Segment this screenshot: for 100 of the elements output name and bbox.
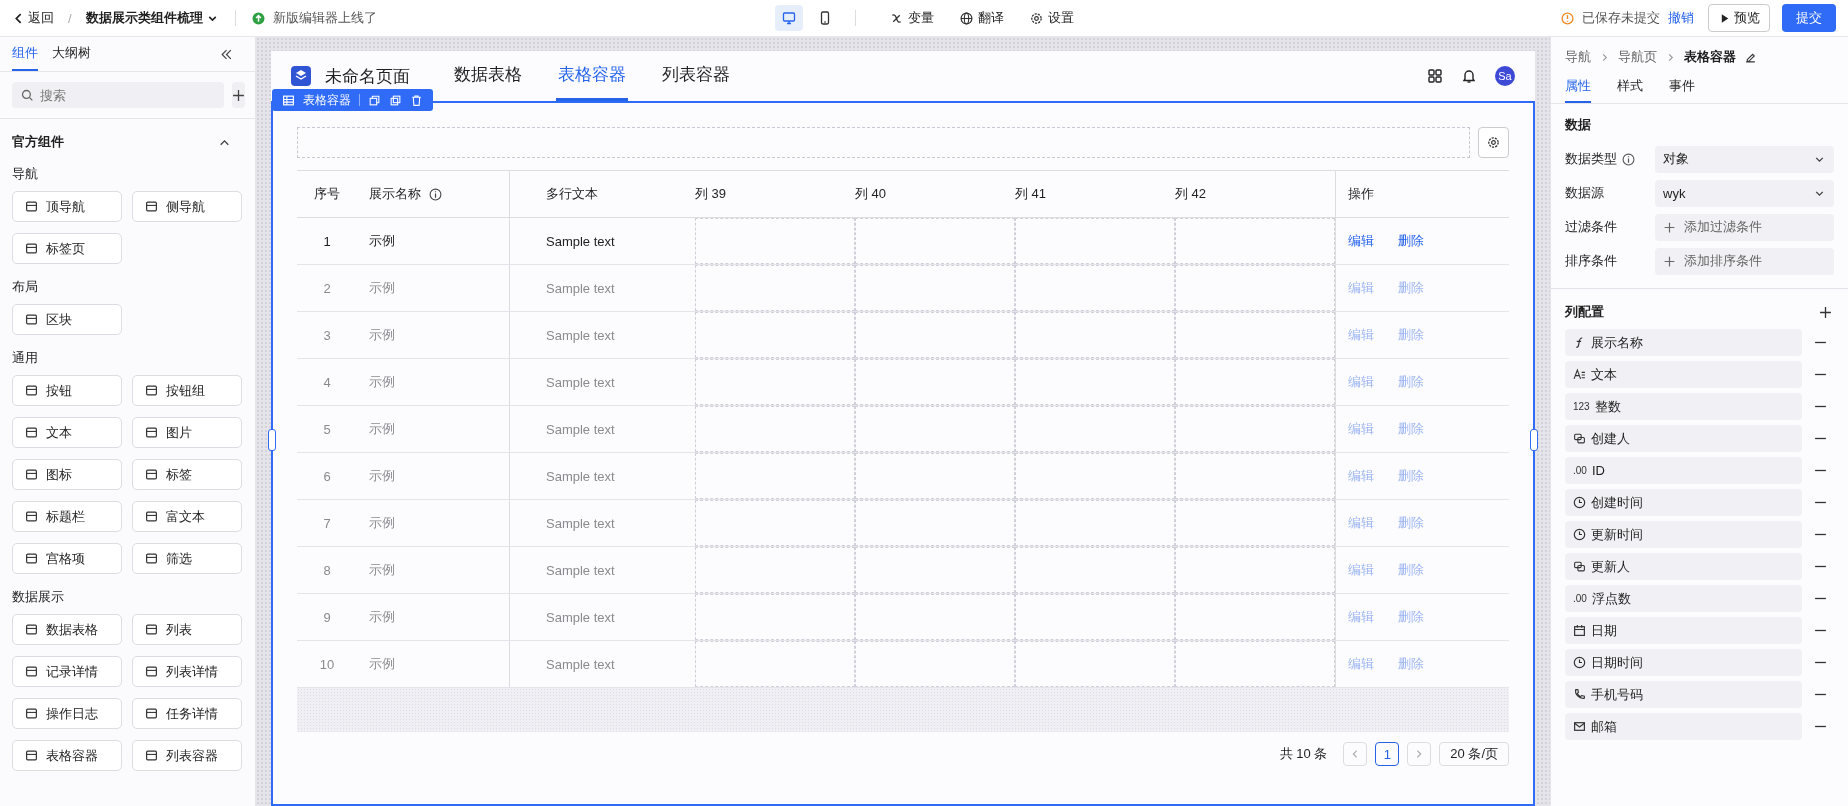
- settings-button[interactable]: 设置: [1029, 9, 1074, 27]
- panel-icon: [25, 707, 38, 720]
- section-title: 数据: [1565, 116, 1592, 134]
- search-field[interactable]: 搜索: [12, 82, 224, 108]
- resize-handle[interactable]: [1530, 428, 1538, 451]
- table-cell: Sample text: [546, 609, 615, 625]
- column-item[interactable]: 123 整数: [1565, 393, 1802, 420]
- component-item[interactable]: 筛选: [132, 543, 242, 574]
- bell-icon[interactable]: [1461, 68, 1477, 84]
- column-item[interactable]: .00 浮点数: [1565, 585, 1802, 612]
- inspector-tab[interactable]: 样式: [1617, 71, 1643, 103]
- submit-button[interactable]: 提交: [1782, 4, 1836, 32]
- component-item[interactable]: 区块: [12, 304, 122, 335]
- panel-icon: [25, 749, 38, 762]
- table-cell: 7: [323, 515, 331, 531]
- panel-icon: [145, 200, 158, 213]
- breadcrumb-item[interactable]: 表格容器: [1684, 48, 1736, 66]
- resize-handle[interactable]: [268, 428, 276, 451]
- collapse-icon[interactable]: [220, 47, 233, 61]
- plus-icon: [1663, 220, 1676, 234]
- breadcrumb-item[interactable]: 导航页: [1618, 48, 1657, 66]
- search-icon: [21, 89, 34, 102]
- settings-button[interactable]: [1478, 127, 1509, 158]
- component-item[interactable]: 记录详情: [12, 656, 122, 687]
- select-field[interactable]: wyk: [1655, 179, 1834, 207]
- page-tab[interactable]: 表格容器: [556, 51, 628, 101]
- breadcrumb-item[interactable]: 导航: [1565, 48, 1591, 66]
- panel-tab[interactable]: 大纲树: [52, 37, 91, 71]
- column-item[interactable]: .00 ID: [1565, 457, 1802, 484]
- component-item[interactable]: 数据表格: [12, 614, 122, 645]
- back-button[interactable]: 返回: [12, 9, 54, 27]
- component-item[interactable]: 任务详情: [132, 698, 242, 729]
- plus-icon[interactable]: [1819, 305, 1832, 319]
- add-button[interactable]: [232, 82, 245, 108]
- component-item[interactable]: 富文本: [132, 501, 242, 532]
- edit-icon[interactable]: [1744, 50, 1757, 64]
- table-cell: 示例: [369, 420, 395, 438]
- plus-icon: [1663, 254, 1676, 268]
- component-item[interactable]: 列表: [132, 614, 242, 645]
- translate-button[interactable]: 翻译: [959, 9, 1004, 27]
- component-item[interactable]: 顶导航: [12, 191, 122, 222]
- column-item[interactable]: 手机号码: [1565, 681, 1802, 708]
- component-item[interactable]: 标题栏: [12, 501, 122, 532]
- delete-link[interactable]: 删除: [1398, 232, 1424, 250]
- group-title: 导航: [11, 165, 39, 183]
- component-item[interactable]: 列表详情: [132, 656, 242, 687]
- page-size-select[interactable]: 20 条/页: [1439, 742, 1509, 766]
- copy-icon[interactable]: [368, 93, 381, 107]
- select-field[interactable]: 对象: [1655, 145, 1834, 173]
- component-item[interactable]: 表格容器: [12, 740, 122, 771]
- component-item[interactable]: 标签页: [12, 233, 122, 264]
- component-item[interactable]: 标签: [132, 459, 242, 490]
- edit-link[interactable]: 编辑: [1348, 232, 1374, 250]
- column-item[interactable]: 邮箱: [1565, 713, 1802, 740]
- avatar[interactable]: Sa: [1495, 66, 1515, 86]
- page-tab[interactable]: 数据表格: [452, 51, 524, 101]
- grid-icon[interactable]: [1427, 68, 1443, 84]
- page-number[interactable]: 1: [1375, 742, 1400, 766]
- panel-icon: [145, 623, 158, 636]
- add-condition-button[interactable]: 添加排序条件: [1655, 247, 1834, 275]
- column-item[interactable]: 更新人: [1565, 553, 1802, 580]
- column-item[interactable]: 日期: [1565, 617, 1802, 644]
- duplicate-icon[interactable]: [389, 93, 402, 107]
- panel-icon: [145, 707, 158, 720]
- inspector-tab[interactable]: 事件: [1669, 71, 1695, 103]
- table-cell: Sample text: [546, 374, 615, 390]
- variable-button[interactable]: 变量: [889, 9, 934, 27]
- selection-label: 表格容器: [303, 91, 351, 109]
- table-cell: Sample text: [546, 280, 615, 296]
- component-item[interactable]: 图片: [132, 417, 242, 448]
- column-item[interactable]: 展示名称: [1565, 329, 1802, 356]
- component-item[interactable]: 宫格项: [12, 543, 122, 574]
- column-item[interactable]: 更新时间: [1565, 521, 1802, 548]
- component-item[interactable]: 文本: [12, 417, 122, 448]
- inspector-tab[interactable]: 属性: [1565, 71, 1591, 103]
- desktop-button[interactable]: [774, 5, 803, 31]
- page-tab[interactable]: 列表容器: [660, 51, 732, 101]
- undo-link[interactable]: 撤销: [1668, 9, 1694, 27]
- component-item[interactable]: 图标: [12, 459, 122, 490]
- component-item[interactable]: 侧导航: [132, 191, 242, 222]
- component-item[interactable]: 按钮: [12, 375, 122, 406]
- panel-icon: [25, 200, 38, 213]
- add-condition-button[interactable]: 添加过滤条件: [1655, 213, 1834, 241]
- column-item[interactable]: 文本: [1565, 361, 1802, 388]
- component-item[interactable]: 按钮组: [132, 375, 242, 406]
- column-item[interactable]: 创建时间: [1565, 489, 1802, 516]
- project-dropdown[interactable]: 数据展示类组件梳理: [85, 9, 219, 27]
- panel-icon: [25, 552, 38, 565]
- panel-tab[interactable]: 组件: [12, 37, 38, 71]
- table-cell: 3: [323, 327, 331, 343]
- panel-icon: [145, 426, 158, 439]
- column-item[interactable]: 创建人: [1565, 425, 1802, 452]
- settings-icon: [1029, 11, 1043, 25]
- column-item[interactable]: 日期时间: [1565, 649, 1802, 676]
- group-title: 布局: [11, 278, 39, 296]
- preview-button[interactable]: 预览: [1708, 4, 1770, 32]
- component-item[interactable]: 操作日志: [12, 698, 122, 729]
- panel-icon: [25, 665, 38, 678]
- component-item[interactable]: 列表容器: [132, 740, 242, 771]
- trash-icon[interactable]: [410, 93, 423, 107]
